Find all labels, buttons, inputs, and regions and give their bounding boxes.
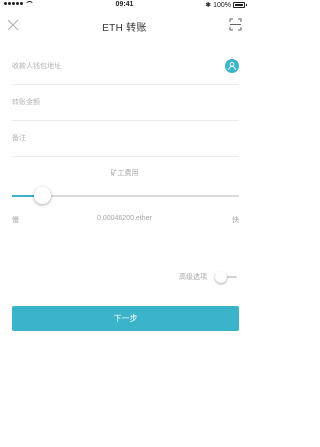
next-button[interactable]: 下一步: [12, 306, 239, 331]
page-title: ETH 转账: [102, 23, 147, 34]
fee-label: 矿工费用: [110, 170, 139, 177]
amount-row: [12, 85, 239, 121]
slider-thumb[interactable]: [33, 187, 51, 204]
contact-icon[interactable]: [225, 59, 239, 73]
battery-indicator: ✱ 100%: [205, 1, 247, 9]
fee-value: 0.00046200 ether: [97, 215, 152, 222]
fast-label: 快: [232, 217, 239, 224]
amount-input[interactable]: [12, 85, 212, 120]
advanced-toggle[interactable]: [215, 271, 237, 283]
address-row: [12, 49, 239, 85]
battery-icon: [233, 2, 247, 8]
battery-percent: 100%: [213, 1, 231, 9]
bluetooth-icon: ✱: [205, 2, 212, 9]
advanced-options: 高级选项: [179, 267, 237, 287]
memo-input[interactable]: [12, 121, 212, 156]
fee-slider[interactable]: [12, 187, 239, 205]
nav-bar: ETH 转账: [0, 12, 249, 40]
scan-icon[interactable]: [229, 18, 242, 31]
toggle-knob: [215, 271, 227, 283]
address-input[interactable]: [12, 49, 212, 84]
status-bar: 09:41 ✱ 100%: [0, 0, 249, 12]
memo-row: [12, 121, 239, 157]
eth-transfer-screen: 09:41 ✱ 100% ETH 转账 收款人钱包地址 转账金额 备注 矿工费用…: [0, 0, 249, 447]
advanced-options-label: 高级选项: [179, 274, 207, 281]
